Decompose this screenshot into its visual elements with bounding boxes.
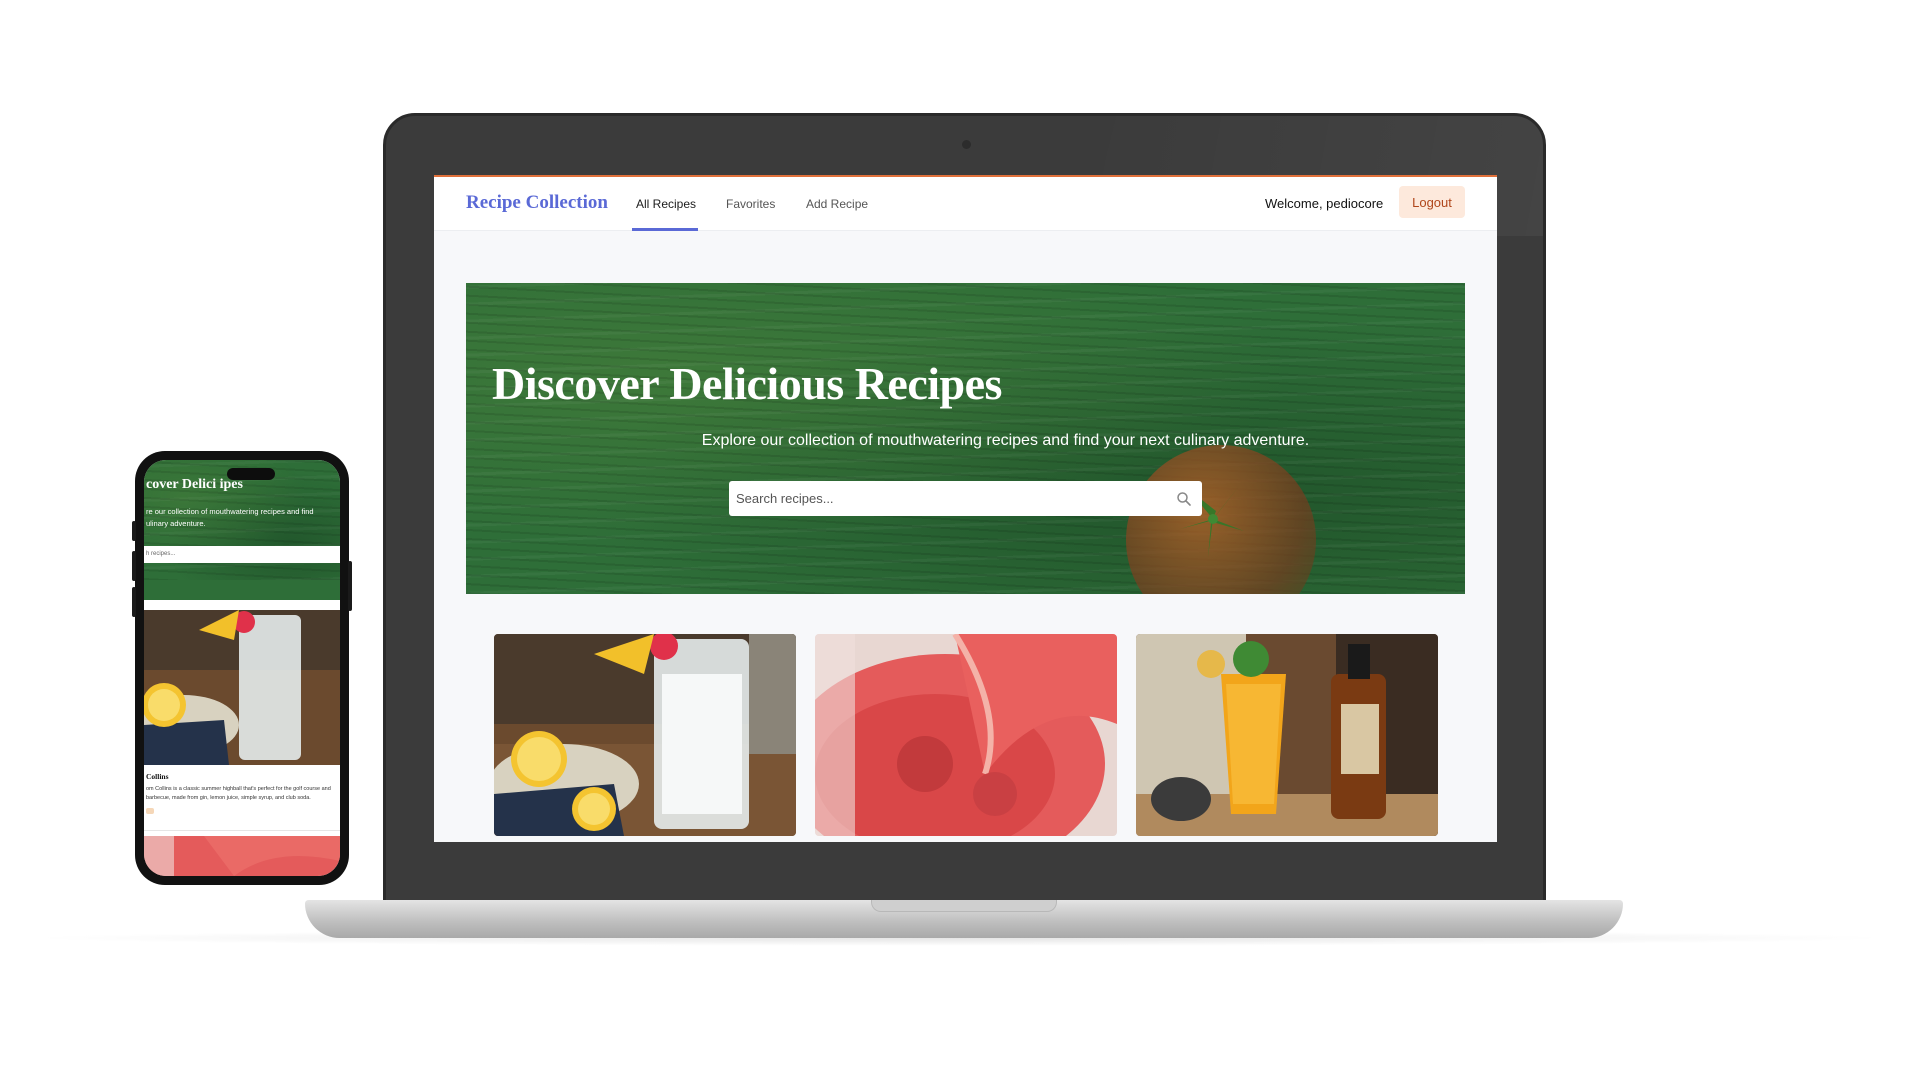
watermelon-drink-photo xyxy=(815,634,1117,836)
recipe-card-image[interactable] xyxy=(494,634,796,836)
top-navbar: Recipe Collection All Recipes Favorites … xyxy=(434,177,1497,231)
phone-card-description: om Collins is a classic summer highball … xyxy=(146,786,331,801)
active-tab-indicator xyxy=(632,228,698,231)
phone-screen: cover Delici ipes re our collection of m… xyxy=(144,460,340,876)
phone-search-input[interactable]: h recipes... xyxy=(144,546,340,563)
recipe-card-image[interactable] xyxy=(815,634,1117,836)
phone-notch xyxy=(227,468,275,480)
search-input[interactable] xyxy=(729,481,1169,516)
phone-frame: cover Delici ipes re our collection of m… xyxy=(132,451,352,885)
brand-logo[interactable]: Recipe Collection xyxy=(466,192,608,214)
phone-side-button xyxy=(348,561,352,611)
watermelon-drink-photo xyxy=(144,836,340,876)
hero-title: Discover Delicious Recipes xyxy=(492,358,1002,409)
lemon-highball-photo xyxy=(144,610,340,765)
phone-hero-band xyxy=(144,580,340,600)
recipe-card-image[interactable] xyxy=(1136,634,1438,836)
phone-card-title[interactable]: Collins xyxy=(146,772,169,781)
lemon-highball-photo xyxy=(494,634,796,836)
nav-favorites[interactable]: Favorites xyxy=(726,197,775,211)
hero-subtitle: Explore our collection of mouthwatering … xyxy=(701,432,1310,449)
phone-side-button xyxy=(132,521,136,541)
logout-button[interactable]: Logout xyxy=(1399,186,1465,218)
welcome-text: Welcome, pediocore xyxy=(1265,196,1384,211)
nav-all-recipes[interactable]: All Recipes xyxy=(636,197,696,211)
phone-card-tag xyxy=(146,808,154,814)
tropical-cocktail-photo xyxy=(1136,634,1438,836)
phone-side-button xyxy=(132,587,136,617)
search-box xyxy=(729,481,1202,516)
phone-divider xyxy=(144,830,340,831)
laptop-screen: Recipe Collection All Recipes Favorites … xyxy=(434,175,1497,842)
phone-recipe-image[interactable] xyxy=(144,610,340,765)
search-icon[interactable] xyxy=(1176,491,1192,507)
laptop-base-notch xyxy=(871,900,1057,912)
hero-banner: Discover Delicious Recipes Explore our c… xyxy=(466,283,1465,594)
nav-add-recipe[interactable]: Add Recipe xyxy=(806,197,868,211)
phone-hero-subtitle: re our collection of mouthwatering recip… xyxy=(146,507,314,528)
device-mockup-stage: Recipe Collection All Recipes Favorites … xyxy=(0,0,1920,1080)
camera-icon xyxy=(962,140,971,149)
phone-recipe-image[interactable] xyxy=(144,836,340,876)
laptop-base xyxy=(305,900,1623,938)
phone-hero-title: cover Delici ipes xyxy=(146,477,243,492)
phone-side-button xyxy=(132,551,136,581)
